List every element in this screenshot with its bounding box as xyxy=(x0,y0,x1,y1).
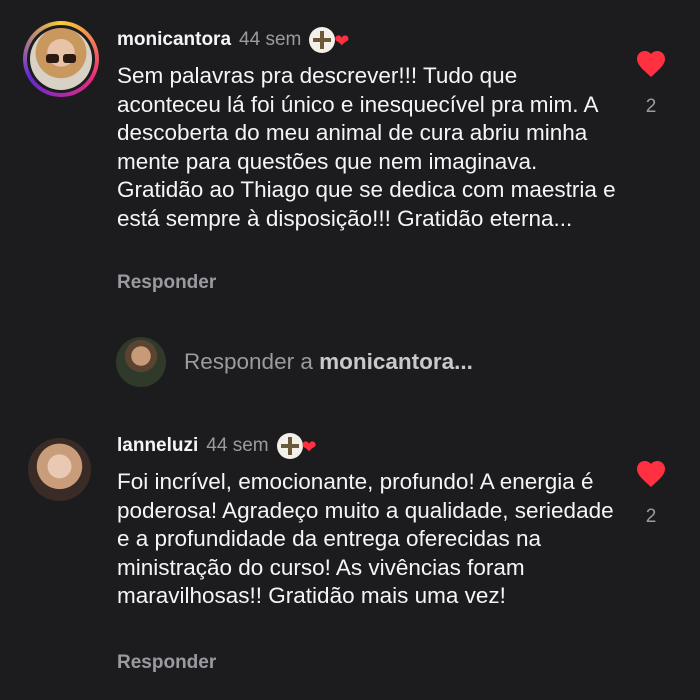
reply-button[interactable]: Responder xyxy=(117,652,216,674)
like-count: 2 xyxy=(645,96,657,117)
timestamp: 44 sem xyxy=(206,435,269,456)
username[interactable]: lanneluzi xyxy=(117,435,198,457)
like-button[interactable]: 2 xyxy=(633,48,669,118)
like-count: 2 xyxy=(645,506,657,527)
sunglasses-detail xyxy=(46,54,76,63)
avatar[interactable] xyxy=(23,21,99,97)
avatar xyxy=(116,337,166,387)
reply-prefix: Responder a xyxy=(184,349,320,374)
timestamp: 44 sem xyxy=(239,29,302,50)
reply-button[interactable]: Responder xyxy=(117,272,216,294)
heart-icon[interactable] xyxy=(635,48,667,78)
like-button[interactable]: 2 xyxy=(633,458,669,528)
reply-input[interactable]: Responder a monicantora... xyxy=(184,349,473,375)
reply-target: monicantora... xyxy=(319,349,473,374)
reiki-badge-icon: ❤ xyxy=(309,26,349,54)
avatar[interactable] xyxy=(28,438,91,501)
comment-text: Sem palavras pra descrever!!! Tudo que a… xyxy=(117,63,616,231)
heart-emoji-icon: ❤ xyxy=(334,31,350,51)
comment-header: monicantora 44 sem ❤ xyxy=(117,26,349,54)
comments-screen: monicantora 44 sem ❤ Sem palavras pra de… xyxy=(0,0,700,700)
comment-text: Foi incrível, emocionante, profundo! A e… xyxy=(117,469,614,608)
reiki-badge-icon: ❤ xyxy=(276,432,317,460)
username[interactable]: monicantora xyxy=(117,29,231,51)
heart-icon[interactable] xyxy=(635,458,667,488)
comment-header: lanneluzi 44 sem ❤ xyxy=(117,432,317,460)
reply-composer[interactable]: Responder a monicantora... xyxy=(0,335,700,391)
heart-emoji-icon: ❤ xyxy=(301,437,317,457)
